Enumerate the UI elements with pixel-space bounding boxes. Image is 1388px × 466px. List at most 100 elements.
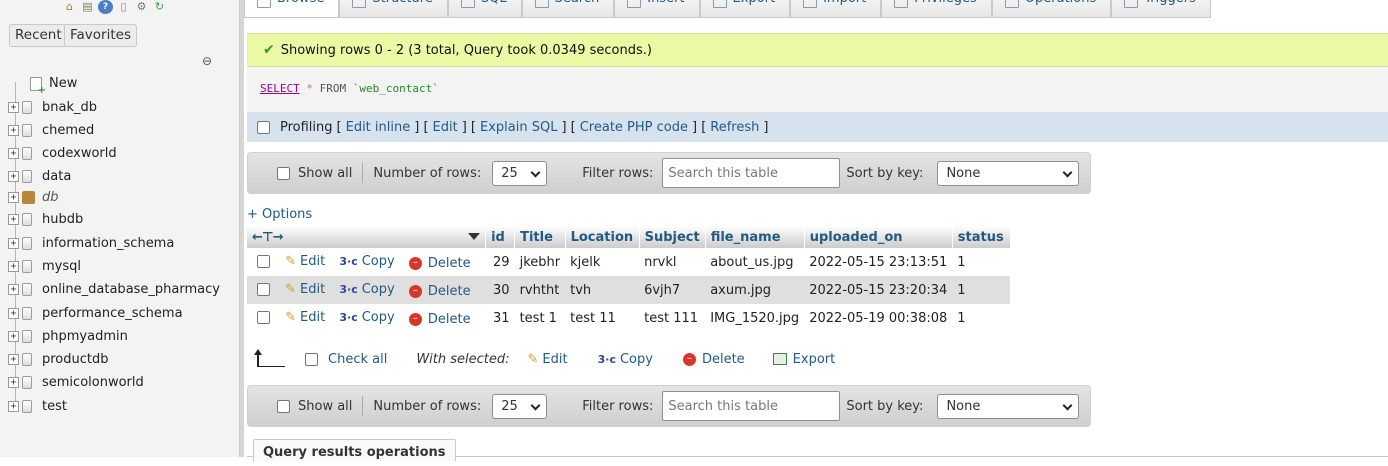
column-header-status[interactable]: status xyxy=(952,226,1011,248)
sort-select[interactable]: None xyxy=(937,160,1080,186)
expand-icon[interactable]: + xyxy=(8,260,19,272)
sidebar-item-semicolonworld[interactable]: + semicolonworld xyxy=(8,373,144,391)
row-checkbox[interactable] xyxy=(257,310,270,324)
row-checkbox[interactable] xyxy=(257,282,270,296)
row-checkbox[interactable] xyxy=(257,254,270,268)
row-edit-link[interactable]: ✎ Edit xyxy=(285,254,325,269)
column-header-uploaded_on[interactable]: uploaded_on xyxy=(804,226,953,248)
rows-select[interactable]: 25 xyxy=(492,393,548,419)
cell-status[interactable]: 1 xyxy=(952,304,1011,332)
cell-subject[interactable]: 6vjh7 xyxy=(639,276,706,304)
cell-title[interactable]: test 1 xyxy=(514,304,566,332)
expand-icon[interactable]: + xyxy=(8,124,19,136)
docs-icon[interactable]: ▯ xyxy=(116,0,131,14)
column-header-file_name[interactable]: file_name xyxy=(705,226,805,248)
tab-insert[interactable]: Insert xyxy=(614,0,700,18)
tab-operations[interactable]: Operations xyxy=(991,0,1112,18)
cell-uploaded_on[interactable]: 2022-05-15 23:13:51 xyxy=(804,248,953,276)
cell-file_name[interactable]: IMG_1520.jpg xyxy=(705,304,805,332)
refresh-link[interactable]: Refresh xyxy=(710,120,759,135)
show-all-checkbox[interactable] xyxy=(277,166,290,180)
expand-icon[interactable]: + xyxy=(8,330,19,342)
tab-import[interactable]: Import xyxy=(790,0,882,18)
cell-file_name[interactable]: about_us.jpg xyxy=(705,248,805,276)
cell-uploaded_on[interactable]: 2022-05-15 23:20:34 xyxy=(804,276,953,304)
column-header-title[interactable]: Title xyxy=(514,226,566,248)
expand-icon[interactable]: + xyxy=(8,191,19,203)
cell-title[interactable]: jkebhr xyxy=(514,248,566,276)
tab-search[interactable]: Search xyxy=(521,0,615,18)
bulk-export-button[interactable]: Export xyxy=(772,352,835,367)
cell-uploaded_on[interactable]: 2022-05-19 00:38:08 xyxy=(804,304,953,332)
bulk-delete-button[interactable]: – Delete xyxy=(682,352,745,367)
tab-privileges[interactable]: Privileges xyxy=(881,0,992,18)
cell-id[interactable]: 29 xyxy=(485,248,515,276)
profiling-checkbox[interactable] xyxy=(257,121,270,134)
check-all-label[interactable]: Check all xyxy=(328,352,387,367)
tab-export[interactable]: Export xyxy=(699,0,791,18)
table-row[interactable]: ✎ Edit 3·c Copy – Delete 31 test 1 test 11 … xyxy=(247,304,1011,332)
expand-icon[interactable]: + xyxy=(8,307,19,319)
sidebar-item-db[interactable]: + db xyxy=(8,188,59,206)
favorites-button[interactable]: Favorites xyxy=(64,24,137,47)
sidebar-item-online_database_pharmacy[interactable]: + online_database_pharmacy xyxy=(8,280,220,298)
table-row[interactable]: ✎ Edit 3·c Copy – Delete 30 rvhtht tvh 6vjh… xyxy=(247,276,1011,304)
edit-inline-link[interactable]: Edit inline xyxy=(346,120,411,135)
tab-triggers[interactable]: Triggers xyxy=(1111,0,1211,18)
check-all-checkbox[interactable] xyxy=(305,352,318,366)
sidebar-item-productdb[interactable]: + productdb xyxy=(8,350,109,368)
expand-icon[interactable]: + xyxy=(8,400,19,412)
rows-select[interactable]: 25 xyxy=(492,160,548,186)
cell-title[interactable]: rvhtht xyxy=(514,276,566,304)
sidebar-item-phpmyadmin[interactable]: + phpmyadmin xyxy=(8,327,128,345)
cell-file_name[interactable]: axum.jpg xyxy=(705,276,805,304)
cell-status[interactable]: 1 xyxy=(952,276,1011,304)
sql-keyword-select[interactable]: SELECT xyxy=(260,82,300,95)
cell-location[interactable]: test 11 xyxy=(565,304,640,332)
explain-sql-link[interactable]: Explain SQL xyxy=(480,120,557,135)
expand-icon[interactable]: + xyxy=(8,376,19,388)
cell-location[interactable]: tvh xyxy=(565,276,640,304)
sidebar-item-data[interactable]: + data xyxy=(8,167,71,185)
recent-button[interactable]: Recent xyxy=(9,24,68,47)
sidebar-item-chemed[interactable]: + chemed xyxy=(8,121,94,139)
filter-rows-input[interactable]: Search this table xyxy=(662,391,841,421)
settings-icon[interactable]: ⚙ xyxy=(134,0,149,14)
row-delete-link[interactable]: – Delete xyxy=(408,312,471,327)
table-row[interactable]: ✎ Edit 3·c Copy – Delete 29 jkebhr kjelk nr… xyxy=(247,248,1011,276)
home-icon[interactable]: ⌂ xyxy=(62,0,77,14)
expand-icon[interactable]: + xyxy=(8,101,19,113)
tab-sql[interactable]: SQL xyxy=(447,0,522,18)
row-delete-link[interactable]: – Delete xyxy=(408,284,471,299)
options-link[interactable]: + Options xyxy=(247,207,312,222)
tab-structure[interactable]: Structure xyxy=(339,0,448,18)
sql-query-box[interactable]: SELECT * FROM `web_contact` xyxy=(247,67,1388,113)
sidebar-item-bnak_db[interactable]: + bnak_db xyxy=(8,98,97,116)
cell-id[interactable]: 30 xyxy=(485,276,515,304)
row-delete-link[interactable]: – Delete xyxy=(408,256,471,271)
sidebar-item-hubdb[interactable]: + hubdb xyxy=(8,210,83,228)
bulk-copy-button[interactable]: 3·c Copy xyxy=(598,352,653,367)
create-php-code-link[interactable]: Create PHP code xyxy=(580,120,688,135)
expand-icon[interactable]: + xyxy=(8,170,19,182)
link-icon[interactable]: ⊖ xyxy=(202,54,212,68)
sidebar-item-codexworld[interactable]: + codexworld xyxy=(8,144,117,162)
expand-icon[interactable]: + xyxy=(8,237,19,249)
cell-status[interactable]: 1 xyxy=(952,248,1011,276)
show-all-checkbox[interactable] xyxy=(277,399,290,413)
row-copy-link[interactable]: 3·c Copy xyxy=(339,310,394,325)
column-arrows-icon[interactable]: ←⊤→ xyxy=(252,230,284,245)
sort-dropdown-icon[interactable] xyxy=(468,232,481,240)
expand-icon[interactable]: + xyxy=(8,353,19,365)
row-edit-link[interactable]: ✎ Edit xyxy=(285,310,325,325)
cell-id[interactable]: 31 xyxy=(485,304,515,332)
cell-location[interactable]: kjelk xyxy=(565,248,640,276)
sidebar-item-test[interactable]: + test xyxy=(8,397,67,415)
column-header-id[interactable]: id xyxy=(485,226,516,248)
database-icon[interactable]: ▤ xyxy=(80,0,95,14)
cell-subject[interactable]: test 111 xyxy=(639,304,706,332)
row-edit-link[interactable]: ✎ Edit xyxy=(285,282,325,297)
column-header-subject[interactable]: Subject xyxy=(639,226,706,248)
reload-icon[interactable]: ↻ xyxy=(152,0,167,14)
expand-icon[interactable]: + xyxy=(8,147,19,159)
